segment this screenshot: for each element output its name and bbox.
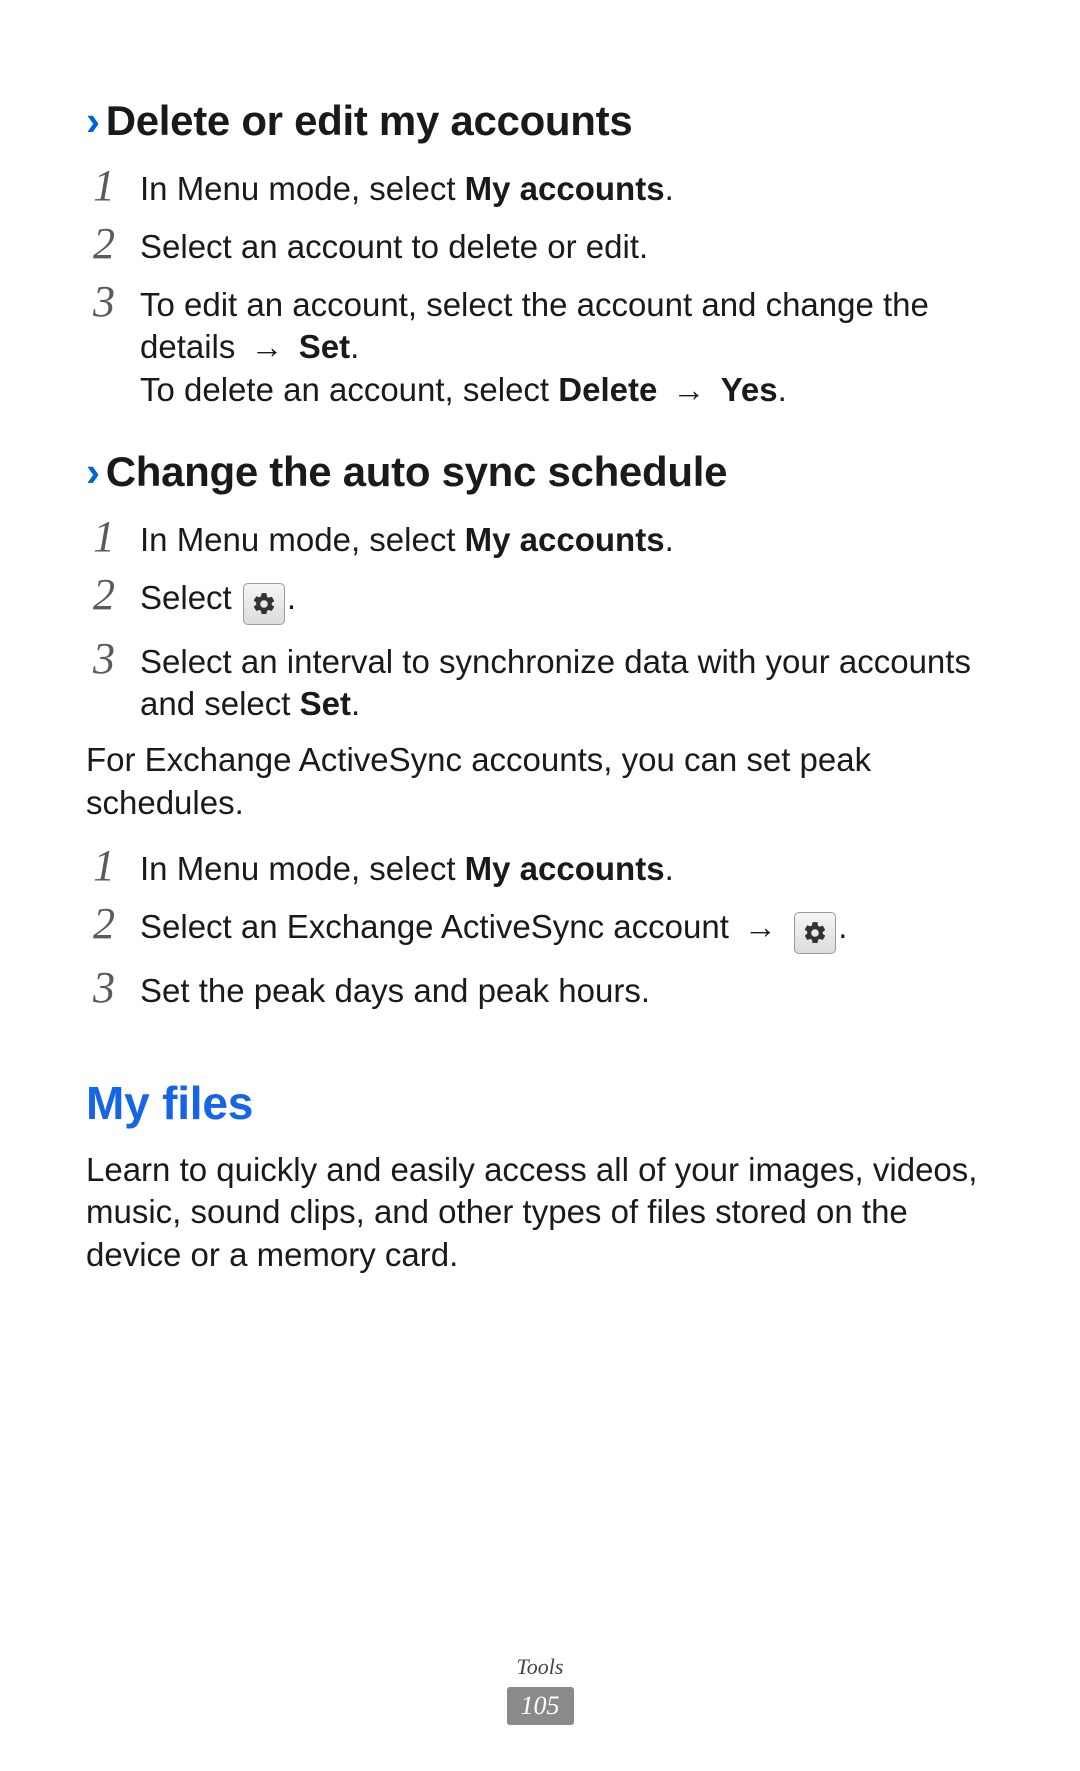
arrow-icon: →	[744, 908, 777, 945]
subheading-text: Change the auto sync schedule	[106, 448, 727, 495]
text-fragment: .	[351, 685, 360, 722]
gear-icon	[243, 583, 285, 625]
step-number: 3	[86, 964, 122, 1010]
text-fragment: .	[287, 579, 296, 616]
text-fragment: .	[778, 371, 787, 408]
step-body: To edit an account, select the account a…	[140, 278, 994, 411]
note-paragraph: For Exchange ActiveSync accounts, you ca…	[86, 739, 994, 823]
text-fragment: In Menu mode, select	[140, 170, 465, 207]
step-number: 2	[86, 220, 122, 266]
text-fragment: In Menu mode, select	[140, 521, 465, 558]
text-fragment: .	[665, 170, 674, 207]
page-number: 105	[507, 1687, 574, 1725]
text-fragment: .	[838, 908, 847, 945]
text-bold: Set	[299, 328, 350, 365]
text-fragment: Select an Exchange ActiveSync account	[140, 908, 738, 945]
text-fragment: .	[665, 850, 674, 887]
text-fragment: Select an interval to synchronize data w…	[140, 643, 971, 722]
step-item: 3 To edit an account, select the account…	[86, 278, 994, 411]
text-bold: Yes	[721, 371, 778, 408]
step-item: 1 In Menu mode, select My accounts.	[86, 842, 994, 890]
step-number: 2	[86, 900, 122, 946]
text-bold: Set	[300, 685, 351, 722]
step-item: 2 Select an account to delete or edit.	[86, 220, 994, 268]
chevron-right-icon: ›	[86, 448, 100, 495]
step-body: Select .	[140, 571, 994, 625]
step-body: In Menu mode, select My accounts.	[140, 842, 994, 890]
my-files-description: Learn to quickly and easily access all o…	[86, 1149, 994, 1276]
step-item: 1 In Menu mode, select My accounts.	[86, 513, 994, 561]
step-list: 1 In Menu mode, select My accounts. 2 Se…	[86, 513, 994, 726]
step-list: 1 In Menu mode, select My accounts. 2 Se…	[86, 162, 994, 411]
text-fragment: Select	[140, 579, 241, 616]
subheading-delete-edit-accounts: ›Delete or edit my accounts	[86, 94, 994, 148]
step-number: 1	[86, 162, 122, 208]
heading-my-files: My files	[86, 1074, 994, 1133]
step-body: Select an Exchange ActiveSync account → …	[140, 900, 994, 954]
chevron-right-icon: ›	[86, 97, 100, 144]
step-number: 3	[86, 278, 122, 324]
step-item: 2 Select .	[86, 571, 994, 625]
text-fragment: .	[665, 521, 674, 558]
arrow-icon: →	[251, 328, 284, 365]
subheading-text: Delete or edit my accounts	[106, 97, 633, 144]
text-fragment: .	[350, 328, 359, 365]
step-body: Select an interval to synchronize data w…	[140, 635, 994, 725]
step-item: 2 Select an Exchange ActiveSync account …	[86, 900, 994, 954]
footer-category: Tools	[0, 1653, 1080, 1681]
text-fragment: To delete an account, select	[140, 371, 558, 408]
step-body: In Menu mode, select My accounts.	[140, 162, 994, 210]
step-body: Select an account to delete or edit.	[140, 220, 994, 268]
text-bold: My accounts	[465, 170, 665, 207]
text-bold: Delete	[558, 371, 657, 408]
subheading-auto-sync: ›Change the auto sync schedule	[86, 445, 994, 499]
page-footer: Tools 105	[0, 1653, 1080, 1725]
gear-icon	[794, 912, 836, 954]
text-fragment: In Menu mode, select	[140, 850, 465, 887]
step-body: Set the peak days and peak hours.	[140, 964, 994, 1012]
arrow-icon: →	[673, 371, 706, 408]
step-item: 3 Set the peak days and peak hours.	[86, 964, 994, 1012]
step-body: In Menu mode, select My accounts.	[140, 513, 994, 561]
step-item: 3 Select an interval to synchronize data…	[86, 635, 994, 725]
manual-page: ›Delete or edit my accounts 1 In Menu mo…	[0, 0, 1080, 1771]
step-number: 1	[86, 513, 122, 559]
step-number: 1	[86, 842, 122, 888]
step-list: 1 In Menu mode, select My accounts. 2 Se…	[86, 842, 994, 1012]
text-bold: My accounts	[465, 521, 665, 558]
step-item: 1 In Menu mode, select My accounts.	[86, 162, 994, 210]
step-number: 2	[86, 571, 122, 617]
step-number: 3	[86, 635, 122, 681]
text-bold: My accounts	[465, 850, 665, 887]
